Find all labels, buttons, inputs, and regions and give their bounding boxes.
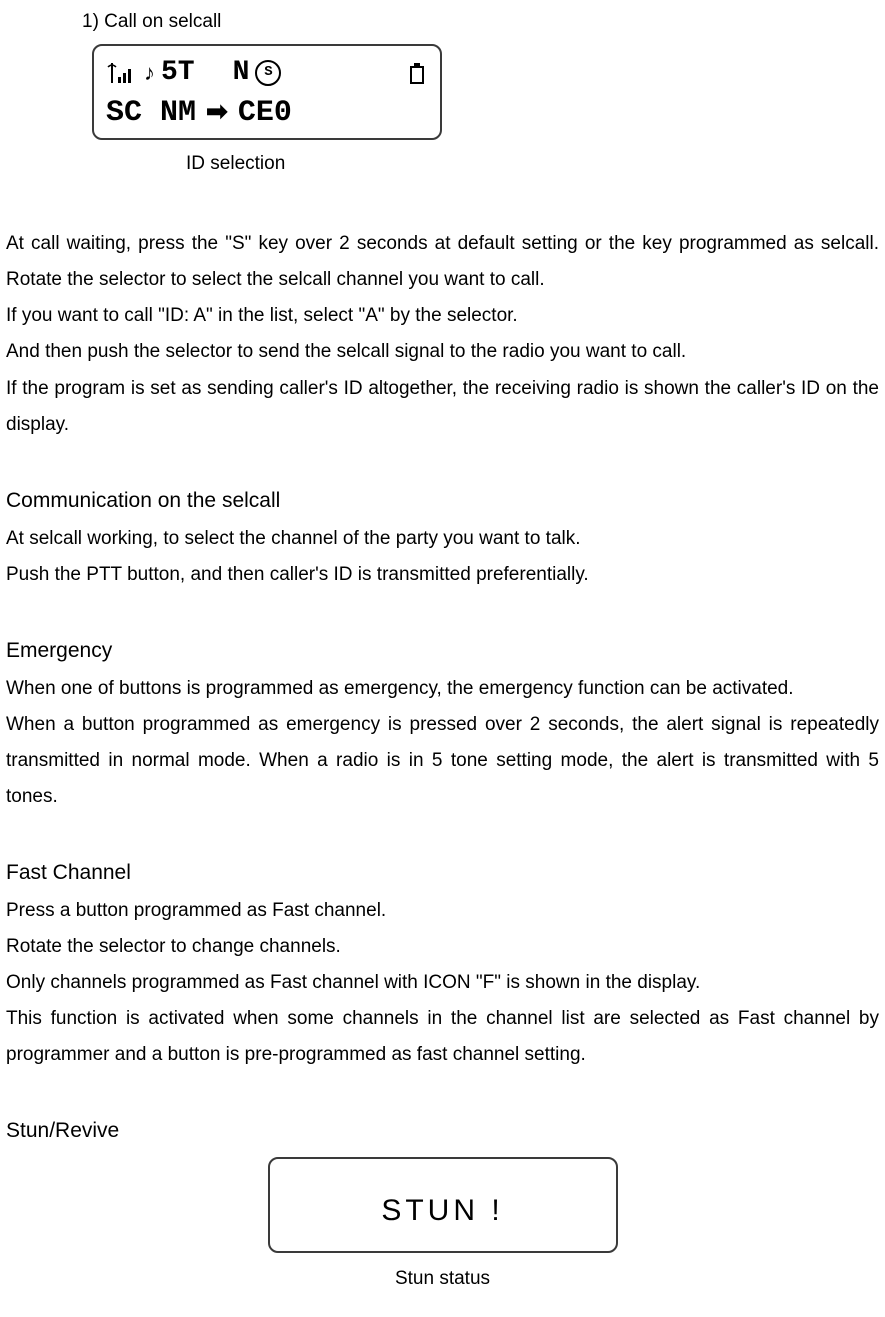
emergency-paragraph-2: When a button programmed as emergency is… (6, 707, 879, 815)
fc-paragraph-2: Rotate the selector to change channels. (6, 929, 879, 965)
section-title-communication: Communication on the selcall (6, 481, 879, 521)
arrow-right-icon: ➡ (202, 89, 232, 138)
lcd1-caption: ID selection (6, 146, 879, 182)
fc-paragraph-3: Only channels programmed as Fast channel… (6, 965, 879, 1001)
fc-paragraph-4: This function is activated when some cha… (6, 1001, 879, 1073)
lcd-display-1-wrap: ♪ 5T N S SC NM ➡ CE0 (6, 44, 879, 140)
paragraph-1: At call waiting, press the "S" key over … (6, 226, 879, 298)
paragraph-4: If the program is set as sending caller'… (6, 371, 879, 443)
signal-icon (106, 61, 136, 85)
document-page: 1) Call on selcall ♪ 5T N S (0, 0, 885, 1317)
music-note-icon: ♪ (142, 62, 155, 84)
paragraph-2: If you want to call "ID: A" in the list,… (6, 298, 879, 334)
lcd-nm-label: NM (160, 85, 196, 142)
comm-paragraph-1: At selcall working, to select the channe… (6, 521, 879, 557)
s-circle-icon: S (255, 60, 281, 86)
list-item-call-on-selcall: 1) Call on selcall (6, 4, 879, 40)
fc-paragraph-1: Press a button programmed as Fast channe… (6, 893, 879, 929)
paragraph-3: And then push the selector to send the s… (6, 334, 879, 370)
lcd-ceo-label: CE0 (238, 85, 292, 142)
lcd-row-bottom: SC NM ➡ CE0 (106, 94, 428, 134)
lcd-display-1: ♪ 5T N S SC NM ➡ CE0 (92, 44, 442, 140)
section-title-fast-channel: Fast Channel (6, 853, 879, 893)
section-title-emergency: Emergency (6, 631, 879, 671)
lcd2-text: STUN ! (381, 1182, 503, 1239)
emergency-paragraph-1: When one of buttons is programmed as eme… (6, 671, 879, 707)
lcd-display-2: STUN ! (268, 1157, 618, 1253)
lcd-display-2-wrap: STUN ! Stun status (6, 1157, 879, 1297)
comm-paragraph-2: Push the PTT button, and then caller's I… (6, 557, 879, 593)
lcd2-caption: Stun status (395, 1261, 490, 1297)
battery-icon (406, 61, 428, 85)
section-title-stun-revive: Stun/Revive (6, 1111, 879, 1151)
lcd-sc-label: SC (106, 85, 142, 142)
